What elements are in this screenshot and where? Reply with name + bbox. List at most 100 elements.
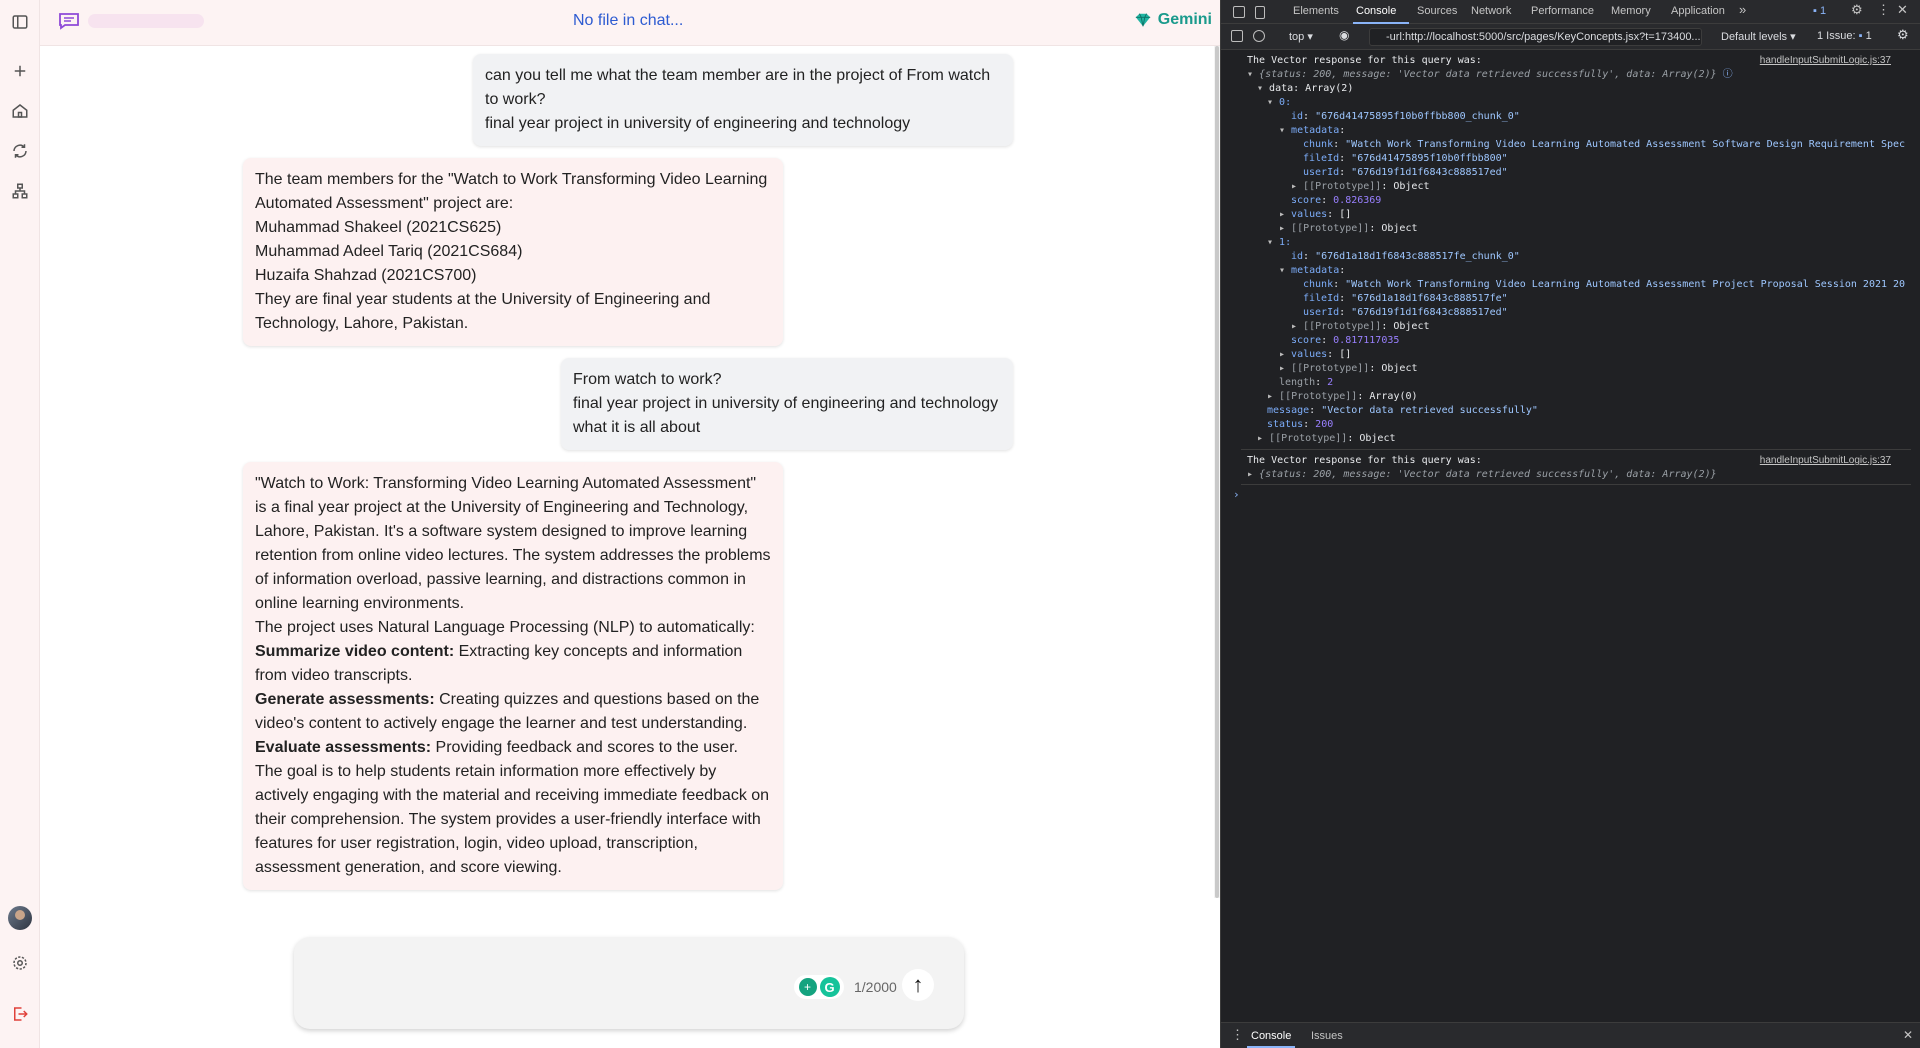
paragraph-text: Providing feedback and scores to the use…	[431, 739, 738, 756]
tree-node-values[interactable]: ▸ values: []	[1279, 208, 1351, 222]
drawer-tab-console[interactable]: Console	[1251, 1030, 1291, 1042]
tab-elements[interactable]: Elements	[1293, 5, 1339, 17]
scroll-thumb[interactable]	[1215, 46, 1219, 898]
tree-node-values[interactable]: ▸ values: []	[1279, 348, 1351, 362]
logout-icon[interactable]	[8, 1002, 32, 1026]
gear-icon[interactable]	[8, 951, 32, 975]
issues-label: 1 Issue:	[1817, 30, 1856, 42]
tab-application[interactable]: Application	[1671, 5, 1725, 17]
object-preview: {status: 200, message: 'Vector data retr…	[1259, 69, 1717, 80]
field-score: score: 0.817117035	[1291, 335, 1400, 346]
log-levels-dropdown[interactable]: Default levels ▾	[1721, 30, 1796, 43]
field-message: message: "Vector data retrieved successf…	[1267, 405, 1538, 416]
send-button[interactable]: ↑	[902, 969, 934, 1001]
tree-node-prototype[interactable]: ▸ [[Prototype]]: Object	[1279, 222, 1418, 236]
clear-console-icon[interactable]	[1253, 30, 1265, 42]
source-link[interactable]: handleInputSubmitLogic.js:37	[1760, 454, 1891, 468]
chat-bubble-icon[interactable]	[58, 12, 80, 30]
console-prompt-icon[interactable]: ›	[1233, 488, 1240, 502]
message-line: Muhammad Shakeel (2021CS625)	[255, 219, 502, 236]
sidebar-toggle-icon[interactable]	[1231, 30, 1243, 42]
chat-title-placeholder[interactable]	[88, 14, 204, 28]
extension-icons: + G	[794, 975, 844, 999]
console-filter-input[interactable]: -url:http://localhost:5000/src/pages/Key…	[1369, 28, 1702, 46]
tree-node-prototype[interactable]: ▸ [[Prototype]]: Object	[1291, 180, 1430, 194]
toggle-sidebar-icon[interactable]	[8, 10, 32, 34]
console-output: The Vector response for this query was: …	[1221, 50, 1920, 1022]
kebab-menu-icon[interactable]: ⋮	[1877, 2, 1890, 18]
model-name: Gemini	[1157, 11, 1212, 28]
device-toolbar-icon[interactable]	[1255, 6, 1265, 19]
assistant-message-1: The team members for the "Watch to Work …	[243, 158, 783, 346]
message-line: what it is all about	[573, 419, 701, 436]
model-selector[interactable]: Gemini	[1134, 11, 1212, 29]
message-line: They are final year students at the Univ…	[255, 291, 711, 332]
tree-node-item1[interactable]: ▾ 1:	[1267, 236, 1291, 250]
message-paragraph: "Watch to Work: Transforming Video Learn…	[255, 475, 771, 612]
object-preview-row[interactable]: ▾ {status: 200, message: 'Vector data re…	[1247, 68, 1733, 82]
tab-memory[interactable]: Memory	[1611, 5, 1651, 17]
field-value: "676d19f1d1f6843c888517ed"	[1351, 167, 1508, 178]
message-line: Muhammad Adeel Tariq (2021CS684)	[255, 243, 523, 260]
grammarly-icon[interactable]: G	[819, 977, 840, 997]
screen: No file in chat... Gemini can you tell m…	[0, 0, 1920, 1048]
diamond-icon	[1135, 13, 1150, 27]
more-tabs-icon[interactable]: »	[1739, 2, 1746, 17]
tree-node-prototype[interactable]: ▸ [[Prototype]]: Object	[1257, 432, 1396, 446]
tab-console[interactable]: Console	[1356, 5, 1396, 17]
context-selector[interactable]: top ▾	[1289, 30, 1313, 43]
message-line: From watch to work?	[573, 371, 722, 388]
assistant-message-2: "Watch to Work: Transforming Video Learn…	[243, 462, 783, 890]
node-label: 1:	[1279, 237, 1292, 248]
field-value: "Watch Work Transforming Video Learning …	[1345, 139, 1906, 150]
tree-node-prototype[interactable]: ▸ [[Prototype]]: Object	[1279, 362, 1418, 376]
bold-lead: Evaluate assessments:	[255, 739, 432, 756]
inspect-icon[interactable]	[1233, 6, 1245, 18]
user-message-1: can you tell me what the team member are…	[473, 54, 1013, 146]
tree-node-prototype[interactable]: ▸ [[Prototype]]: Array(0)	[1267, 390, 1418, 404]
bold-lead: Generate assessments:	[255, 691, 435, 708]
refresh-icon[interactable]	[8, 139, 32, 163]
tree-node-metadata[interactable]: ▾ metadata:	[1279, 264, 1345, 278]
new-chat-icon[interactable]	[8, 59, 32, 83]
field-userid: userId: "676d19f1d1f6843c888517ed"	[1303, 307, 1508, 318]
field-fileid: fileId: "676d1a18d1f6843c888517fe"	[1303, 293, 1508, 304]
field-value: 0.817117035	[1333, 335, 1400, 346]
tree-node-metadata[interactable]: ▾ metadata:	[1279, 124, 1345, 138]
settings-gear-icon[interactable]: ⚙	[1851, 2, 1863, 18]
messages-badge[interactable]: ▪ 1	[1813, 5, 1826, 17]
field-value: "676d41475895f10b0ffbb800"	[1351, 153, 1508, 164]
tree-node-item0[interactable]: ▾ 0:	[1267, 96, 1291, 110]
close-drawer-icon[interactable]: ✕	[1903, 1028, 1913, 1042]
tree-node-data[interactable]: ▾ data: Array(2)	[1257, 82, 1353, 96]
home-icon[interactable]	[8, 99, 32, 123]
graph-icon[interactable]	[8, 179, 32, 203]
log-heading: The Vector response for this query was:	[1247, 55, 1482, 66]
field-chunk: chunk: "Watch Work Transforming Video Le…	[1303, 139, 1906, 150]
message-line: The team members for the "Watch to Work …	[255, 171, 768, 212]
message-paragraph: Generate assessments: Creating quizzes a…	[255, 688, 771, 736]
tab-network[interactable]: Network	[1471, 5, 1511, 17]
log-heading: The Vector response for this query was:	[1247, 455, 1482, 466]
assistant-extension-icon[interactable]: +	[798, 978, 817, 996]
drawer-tab-issues[interactable]: Issues	[1311, 1030, 1343, 1042]
tab-sources[interactable]: Sources	[1417, 5, 1457, 17]
devtools-panel: Elements Console Sources Network Perform…	[1220, 0, 1920, 1048]
eye-icon[interactable]: ◉	[1339, 28, 1349, 42]
bold-lead: Summarize video content:	[255, 643, 455, 660]
tab-performance[interactable]: Performance	[1531, 5, 1594, 17]
drawer-menu-icon[interactable]: ⋮	[1231, 1027, 1244, 1043]
tree-node-prototype[interactable]: ▸ [[Prototype]]: Object	[1291, 320, 1430, 334]
file-status-link[interactable]: No file in chat...	[573, 12, 683, 30]
issues-link[interactable]: 1 Issue: ▪ 1	[1817, 30, 1872, 42]
source-link[interactable]: handleInputSubmitLogic.js:37	[1760, 54, 1891, 68]
message-line: can you tell me what the team member are…	[485, 67, 991, 108]
message-paragraph: Evaluate assessments: Providing feedback…	[255, 736, 771, 760]
avatar[interactable]	[8, 906, 32, 930]
field-id: id: "676d41475895f10b0ffbb800_chunk_0"	[1291, 111, 1520, 122]
chat-app: No file in chat... Gemini can you tell m…	[0, 0, 1220, 1048]
message-input[interactable]	[310, 951, 780, 1011]
console-settings-icon[interactable]: ⚙	[1897, 27, 1909, 43]
close-devtools-icon[interactable]: ✕	[1897, 2, 1908, 18]
object-preview-row[interactable]: ▸ {status: 200, message: 'Vector data re…	[1247, 468, 1717, 482]
